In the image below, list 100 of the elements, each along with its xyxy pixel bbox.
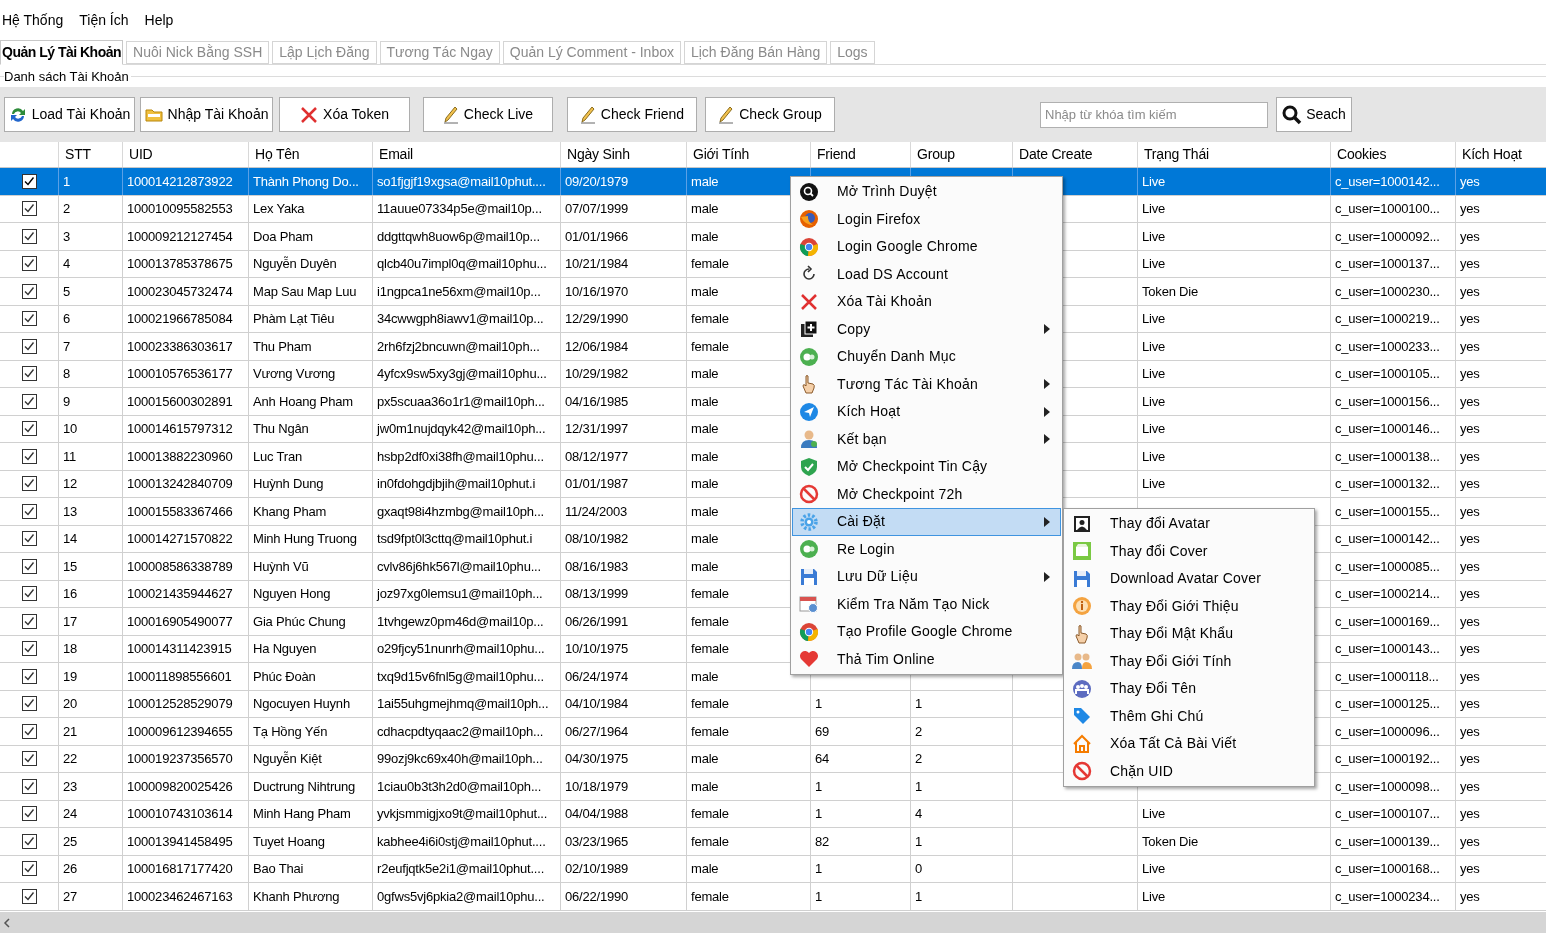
checkbox[interactable] bbox=[21, 751, 37, 767]
checkbox[interactable] bbox=[21, 613, 37, 629]
checkbox[interactable] bbox=[21, 421, 37, 437]
search-button[interactable]: Seach bbox=[1276, 97, 1352, 132]
horizontal-scrollbar[interactable] bbox=[0, 912, 1546, 933]
checkbox[interactable] bbox=[21, 723, 37, 739]
table-cell-text: gxaqt98i4hzmbg@mail10ph... bbox=[377, 502, 544, 521]
checkbox[interactable] bbox=[21, 861, 37, 877]
tab[interactable]: Nuôi Nick Bằng SSH bbox=[126, 41, 270, 64]
checkbox[interactable] bbox=[21, 696, 37, 712]
menu-item[interactable]: Cài Đặt bbox=[792, 508, 1061, 536]
gear-icon bbox=[799, 511, 819, 532]
table-cell-text: male bbox=[691, 365, 719, 383]
table-cell-text: Live bbox=[1142, 200, 1166, 218]
checkbox[interactable] bbox=[21, 888, 37, 904]
table-row[interactable]: 25 100013941458495 Tuyet Hoang kabhee4i6i0stj@mail10phut.... 03/23/1965 female 82 1 Token Die c_user=1000139... yes bbox=[0, 828, 1546, 856]
checkbox[interactable] bbox=[21, 201, 37, 217]
toolbar-button[interactable]: Check Group bbox=[705, 97, 835, 132]
tab[interactable]: Quản Lý Tài Khoản bbox=[0, 40, 124, 65]
table-cell-text: txq9d15v6fnl5g@mail10phu... bbox=[377, 667, 544, 686]
checkbox[interactable] bbox=[21, 393, 37, 409]
table-cell-text: c_user=1000138... bbox=[1335, 447, 1440, 466]
checkbox[interactable] bbox=[21, 668, 37, 684]
toolbar-button[interactable]: Load Tài Khoản bbox=[4, 97, 135, 132]
tab[interactable]: Tương Tác Ngay bbox=[379, 41, 500, 64]
table-cell-text: r2eufjqtk5e2i1@mail10phut.... bbox=[377, 860, 545, 878]
checkbox[interactable] bbox=[21, 806, 37, 822]
checkbox[interactable] bbox=[21, 531, 37, 547]
table-cell-text: Thu Ngân bbox=[253, 420, 309, 438]
table-cell-text: 9 bbox=[63, 392, 71, 411]
table-cell-text: 100009820025426 bbox=[127, 777, 233, 796]
column-header[interactable]: Giới Tính bbox=[686, 142, 810, 167]
column-header[interactable]: Ngày Sinh bbox=[560, 142, 686, 167]
table-row[interactable]: 27 100023462467163 Khanh Phương 0gfws5vj6pkia2@mail10phu... 06/22/1990 female 1 1 Live c_user=1000234... yes bbox=[0, 883, 1546, 911]
tab[interactable]: Logs bbox=[830, 41, 875, 64]
checkbox[interactable] bbox=[21, 256, 37, 272]
checkbox[interactable] bbox=[21, 641, 37, 657]
checkbox[interactable] bbox=[21, 778, 37, 794]
table-cell-text: c_user=1000192... bbox=[1335, 750, 1440, 768]
checkbox[interactable] bbox=[21, 338, 37, 354]
table-cell-text: 01/01/1966 bbox=[565, 227, 629, 246]
column-header[interactable]: Date Create bbox=[1012, 142, 1137, 167]
checkbox[interactable] bbox=[21, 311, 37, 327]
tab[interactable]: Quản Lý Comment - Inbox bbox=[502, 41, 681, 64]
column-header[interactable]: Họ Tên bbox=[248, 142, 372, 167]
column-header[interactable]: Trạng Thái bbox=[1137, 142, 1330, 167]
scroll-left-icon[interactable] bbox=[3, 917, 10, 928]
toolbar-button[interactable]: Check Live bbox=[423, 97, 553, 132]
checkbox[interactable] bbox=[21, 173, 37, 189]
table-cell-text: c_user=1000142... bbox=[1335, 530, 1440, 548]
table-row[interactable]: 24 100010743103614 Minh Hang Pham yvkjsmmigjxo9t@mail10phut... 04/04/1988 female 1 4 Live c_user=1000107... yes bbox=[0, 800, 1546, 828]
table-cell-text: 02/10/1989 bbox=[565, 860, 629, 878]
table-cell-text: 1 bbox=[915, 887, 923, 906]
column-header[interactable]: Email bbox=[372, 142, 560, 167]
column-header[interactable]: Cookies bbox=[1330, 142, 1455, 167]
table-cell-text: 100015583367466 bbox=[127, 502, 233, 521]
table-cell-text: 10/16/1970 bbox=[565, 282, 629, 301]
search-field[interactable]: Nhập từ khóa tìm kiếm bbox=[1040, 101, 1268, 128]
checkbox[interactable] bbox=[21, 503, 37, 519]
column-header[interactable]: Group bbox=[910, 142, 1012, 167]
table-cell-text: male bbox=[691, 557, 719, 576]
table-cell-text: 26 bbox=[63, 860, 78, 878]
table-cell-text: Live bbox=[1142, 227, 1166, 246]
table-cell-text: Live bbox=[1142, 365, 1166, 383]
checkbox[interactable] bbox=[21, 833, 37, 849]
table-cell-text: 04/30/1975 bbox=[565, 750, 629, 768]
checkbox[interactable] bbox=[21, 366, 37, 382]
toolbar-button[interactable]: Nhập Tài Khoản bbox=[140, 97, 273, 132]
menu-item[interactable]: Help bbox=[144, 9, 174, 31]
table-cell-text: yes bbox=[1460, 557, 1480, 576]
table-cell-text: 100013242840709 bbox=[127, 475, 233, 493]
tab[interactable]: Lập Lịch Đăng bbox=[272, 41, 377, 64]
table-cell-text: 99ozj9kc69x40h@mail10ph... bbox=[377, 750, 543, 768]
column-header[interactable]: Kích Hoạt bbox=[1455, 142, 1546, 167]
table-cell-text: 12/06/1984 bbox=[565, 337, 629, 356]
menu-item[interactable]: Hệ Thống bbox=[2, 9, 64, 31]
copy-icon bbox=[800, 320, 818, 339]
tab[interactable]: Lịch Đăng Bán Hàng bbox=[683, 41, 828, 64]
column-header[interactable]: Friend bbox=[810, 142, 910, 167]
column-header[interactable]: UID bbox=[122, 142, 248, 167]
hand-icon bbox=[1074, 623, 1090, 644]
checkbox[interactable] bbox=[21, 476, 37, 492]
checkbox[interactable] bbox=[21, 558, 37, 574]
toolbar-button[interactable]: Xóa Token bbox=[279, 97, 410, 132]
toolbar-button[interactable]: Check Friend bbox=[567, 97, 697, 132]
table-row[interactable]: 26 100016817177420 Bao Thai r2eufjqtk5e2i1@mail10phut.... 02/10/1989 male 1 0 Live c_user=1000168... yes bbox=[0, 855, 1546, 883]
column-header[interactable]: STT bbox=[58, 142, 122, 167]
table-cell-text: Gia Phúc Chung bbox=[253, 612, 346, 631]
table-cell-text: Live bbox=[1142, 887, 1166, 906]
checkbox[interactable] bbox=[21, 228, 37, 244]
checkbox[interactable] bbox=[21, 448, 37, 464]
table-cell-text: Token Die bbox=[1142, 832, 1198, 851]
menu-item[interactable]: Tiện Ích bbox=[79, 9, 129, 31]
table-cell-text: 100016817177420 bbox=[127, 860, 233, 878]
table-cell-text: Live bbox=[1142, 337, 1166, 356]
checkbox[interactable] bbox=[21, 283, 37, 299]
table-cell-text: in0fdohgdjbjih@mail10phut.i bbox=[377, 475, 536, 493]
checkbox[interactable] bbox=[21, 586, 37, 602]
pencil-icon bbox=[442, 105, 459, 124]
table-cell-text: 27 bbox=[63, 887, 78, 906]
